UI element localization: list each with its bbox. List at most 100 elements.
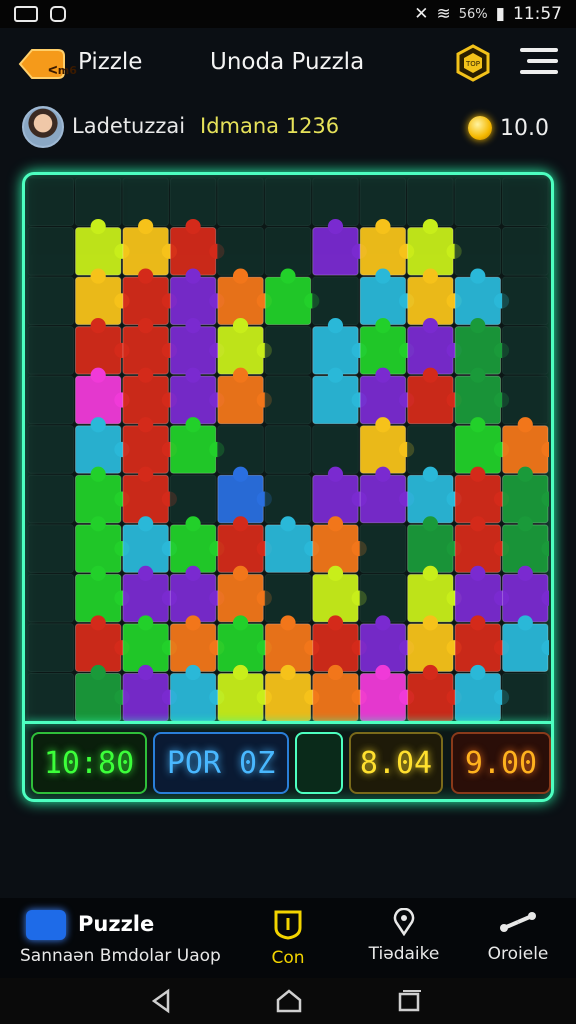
empty-slot[interactable] <box>502 375 549 425</box>
puzzle-piece[interactable] <box>454 318 510 375</box>
puzzle-piece[interactable] <box>359 417 415 474</box>
puzzle-piece[interactable] <box>122 516 177 573</box>
puzzle-piece[interactable] <box>407 615 462 672</box>
puzzle-piece[interactable] <box>169 516 225 573</box>
empty-slot[interactable] <box>264 227 312 276</box>
puzzle-grid[interactable] <box>27 177 549 722</box>
puzzle-piece[interactable] <box>122 218 177 276</box>
empty-slot[interactable] <box>122 177 169 227</box>
empty-slot[interactable] <box>27 524 74 573</box>
empty-slot[interactable] <box>264 573 312 623</box>
puzzle-piece[interactable] <box>312 318 367 375</box>
puzzle-piece[interactable] <box>502 516 549 573</box>
puzzle-piece[interactable] <box>312 367 367 425</box>
puzzle-piece[interactable] <box>74 318 130 375</box>
empty-slot[interactable] <box>264 177 312 227</box>
puzzle-piece[interactable] <box>359 218 415 276</box>
puzzle-piece[interactable] <box>169 615 225 672</box>
puzzle-piece[interactable] <box>407 318 462 375</box>
puzzle-piece[interactable] <box>217 615 272 672</box>
nav-item-con[interactable]: Con <box>258 908 318 968</box>
puzzle-piece[interactable] <box>312 565 367 623</box>
puzzle-piece[interactable] <box>264 268 320 326</box>
puzzle-piece[interactable] <box>217 664 272 722</box>
empty-slot[interactable] <box>217 425 264 474</box>
puzzle-piece[interactable] <box>359 318 415 375</box>
avatar[interactable] <box>22 106 64 148</box>
puzzle-piece[interactable] <box>312 466 367 524</box>
puzzle-piece[interactable] <box>359 466 415 524</box>
empty-slot[interactable] <box>27 425 74 474</box>
empty-slot[interactable] <box>502 177 549 227</box>
puzzle-piece[interactable] <box>359 367 415 425</box>
trophy-badge-button[interactable]: TOP <box>454 44 492 82</box>
puzzle-piece[interactable] <box>74 367 130 425</box>
empty-slot[interactable] <box>27 474 74 524</box>
back-triangle-icon[interactable] <box>146 986 176 1016</box>
puzzle-piece[interactable] <box>169 664 225 722</box>
back-button[interactable]: ᐸm6 <box>18 44 77 84</box>
puzzle-piece[interactable] <box>454 466 510 524</box>
puzzle-piece[interactable] <box>169 268 225 326</box>
puzzle-piece[interactable] <box>74 664 130 722</box>
puzzle-piece[interactable] <box>312 516 367 573</box>
empty-slot[interactable] <box>454 177 502 227</box>
empty-slot[interactable] <box>407 425 454 474</box>
empty-slot[interactable] <box>27 177 74 227</box>
nav-item-orc[interactable]: Oroiele <box>480 908 556 964</box>
puzzle-piece[interactable] <box>407 466 462 524</box>
empty-slot[interactable] <box>502 672 549 722</box>
empty-slot[interactable] <box>217 177 264 227</box>
puzzle-piece[interactable] <box>454 417 510 474</box>
puzzle-piece[interactable] <box>407 218 462 276</box>
puzzle-piece[interactable] <box>122 565 177 623</box>
puzzle-piece[interactable] <box>122 664 177 722</box>
puzzle-piece[interactable] <box>264 615 320 672</box>
empty-slot[interactable] <box>502 326 549 375</box>
puzzle-piece[interactable] <box>122 318 177 375</box>
menu-button[interactable] <box>520 48 558 78</box>
empty-slot[interactable] <box>27 326 74 375</box>
empty-slot[interactable] <box>264 425 312 474</box>
mode-button[interactable]: POR 0Z <box>153 732 289 794</box>
puzzle-piece[interactable] <box>74 516 130 573</box>
puzzle-piece[interactable] <box>122 615 177 672</box>
puzzle-piece[interactable] <box>122 466 177 524</box>
puzzle-piece[interactable] <box>169 565 225 623</box>
puzzle-piece[interactable] <box>454 664 510 722</box>
puzzle-piece[interactable] <box>312 664 367 722</box>
puzzle-piece[interactable] <box>264 664 320 722</box>
puzzle-piece[interactable] <box>74 565 130 623</box>
puzzle-piece[interactable] <box>407 268 462 326</box>
puzzle-piece[interactable] <box>217 565 272 623</box>
puzzle-piece-icon[interactable] <box>26 910 66 940</box>
puzzle-piece[interactable] <box>217 516 272 573</box>
empty-slot[interactable] <box>74 177 122 227</box>
puzzle-piece[interactable] <box>217 268 272 326</box>
nav-item-trade[interactable]: Tiədaike <box>368 908 440 964</box>
empty-slot[interactable] <box>217 227 264 276</box>
empty-slot[interactable] <box>169 474 217 524</box>
puzzle-piece[interactable] <box>122 417 177 474</box>
puzzle-piece[interactable] <box>74 615 130 672</box>
puzzle-piece[interactable] <box>454 565 510 623</box>
empty-slot[interactable] <box>27 276 74 326</box>
puzzle-piece[interactable] <box>122 268 177 326</box>
empty-slot[interactable] <box>359 177 407 227</box>
empty-slot[interactable] <box>27 672 74 722</box>
puzzle-piece[interactable] <box>169 318 225 375</box>
recents-icon[interactable] <box>394 986 424 1016</box>
center-slot-button[interactable] <box>295 732 343 794</box>
puzzle-piece[interactable] <box>169 218 225 276</box>
puzzle-piece[interactable] <box>217 318 272 375</box>
puzzle-piece[interactable] <box>264 516 320 573</box>
empty-slot[interactable] <box>454 227 502 276</box>
empty-slot[interactable] <box>264 375 312 425</box>
puzzle-piece[interactable] <box>454 268 510 326</box>
puzzle-piece[interactable] <box>502 466 549 524</box>
puzzle-piece[interactable] <box>407 565 462 623</box>
puzzle-piece[interactable] <box>407 367 462 425</box>
empty-slot[interactable] <box>312 276 359 326</box>
puzzle-piece[interactable] <box>312 615 367 672</box>
puzzle-piece[interactable] <box>502 417 549 474</box>
